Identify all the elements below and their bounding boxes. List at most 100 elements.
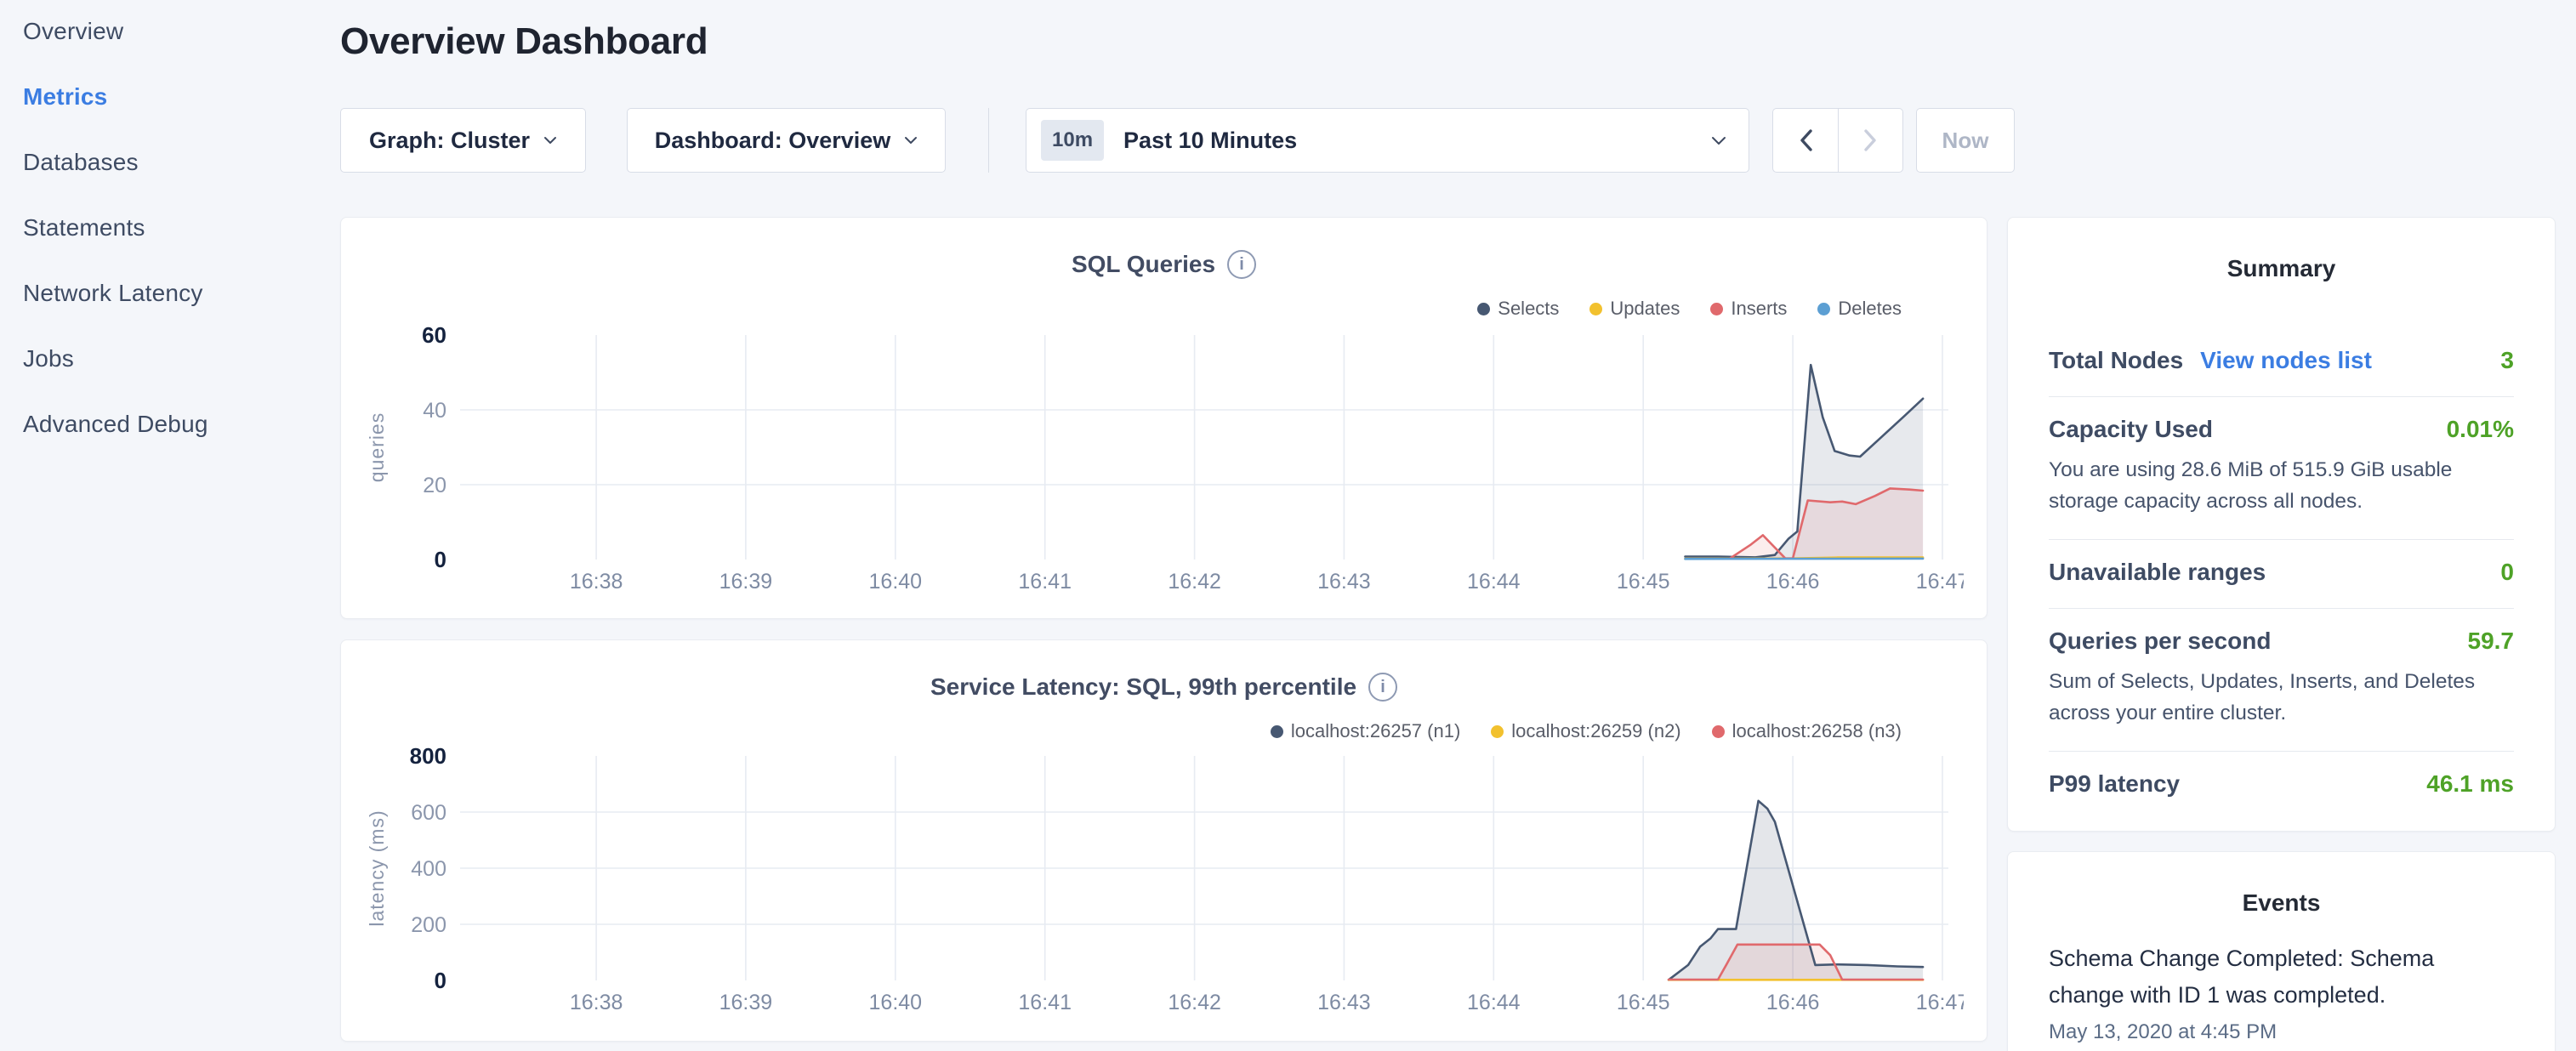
now-button[interactable]: Now	[1916, 108, 2015, 173]
sidebar-item-databases[interactable]: Databases	[23, 150, 340, 175]
legend-label: Inserts	[1731, 298, 1787, 320]
summary-row-p99-latency: P99 latency 46.1 ms	[2049, 752, 2514, 820]
sidebar-list: Overview Metrics Databases Statements Networ…	[0, 0, 340, 437]
service-latency-svg: 16:38 16:39 16:40 16:41 16:42 16:43 16:44 16:45…	[365, 745, 1964, 1027]
sidebar-nav: Overview Metrics Databases Statements Networ…	[0, 0, 340, 1051]
summary-row-value: 59.7	[2468, 628, 2515, 655]
graph-dropdown[interactable]: Graph: Cluster	[340, 108, 586, 173]
x-tick-label: 16:46	[1766, 991, 1820, 1014]
chart-title: SQL Queries	[1072, 251, 1215, 278]
summary-row-value: 0	[2500, 559, 2514, 586]
legend-label: localhost:26259 (n2)	[1511, 720, 1680, 742]
x-tick-label: 16:39	[719, 991, 773, 1014]
x-tick-label: 16:45	[1617, 991, 1670, 1014]
y-tick-label: 0	[435, 547, 446, 572]
x-tick-label: 16:45	[1617, 570, 1670, 594]
dashboard-dropdown[interactable]: Dashboard: Overview	[627, 108, 946, 173]
events-title: Events	[2008, 889, 2555, 917]
dashboard-dropdown-label: Dashboard: Overview	[655, 128, 891, 154]
x-tick-label: 16:39	[719, 570, 773, 594]
legend-item-inserts: Inserts	[1710, 298, 1787, 320]
summary-row-total-nodes: Total Nodes View nodes list 3	[2049, 328, 2514, 397]
chevron-left-icon	[1800, 129, 1812, 151]
summary-row-capacity-used: Capacity Used0.01%You are using 28.6 MiB…	[2049, 397, 2514, 540]
view-nodes-list-link[interactable]: View nodes list	[2200, 347, 2372, 374]
y-axis-title: latency (ms)	[366, 810, 388, 926]
events-panel: Events Schema Change Completed: Schema c…	[2007, 851, 2556, 1051]
x-tick-label: 16:42	[1168, 570, 1221, 594]
y-tick-label: 20	[423, 474, 446, 497]
event-item[interactable]: Schema Change Completed: Schema change w…	[2049, 940, 2465, 1044]
x-tick-label: 16:38	[570, 570, 623, 594]
legend-dot-icon	[1589, 303, 1602, 315]
x-tick-label: 16:43	[1317, 991, 1371, 1014]
x-tick-label: 16:47	[1916, 991, 1964, 1014]
time-back-button[interactable]	[1772, 108, 1838, 173]
legend-label: localhost:26258 (n3)	[1732, 720, 1902, 742]
x-tick-label: 16:41	[1018, 991, 1072, 1014]
sql-queries-svg: 16:3816:3916:4016:4116:4216:4316:4416:45…	[365, 324, 1964, 606]
legend-item-localhost-26259-n2: localhost:26259 (n2)	[1491, 720, 1680, 742]
x-tick-label: 16:41	[1018, 570, 1072, 594]
legend-dot-icon	[1712, 725, 1725, 738]
legend-dot-icon	[1271, 725, 1283, 738]
x-tick-label: 16:44	[1467, 991, 1521, 1014]
y-tick-label: 60	[422, 324, 446, 348]
summary-row-subtext: Sum of Selects, Updates, Inserts, and De…	[2049, 666, 2514, 729]
summary-row-label: P99 latency	[2049, 770, 2180, 798]
y-tick-label: 40	[423, 399, 446, 423]
x-tick-label: 16:38	[570, 991, 623, 1014]
summary-row-unavailable-ranges: Unavailable ranges 0	[2049, 540, 2514, 609]
sidebar-item-advanced-debug[interactable]: Advanced Debug	[23, 412, 340, 437]
summary-row-value: 46.1 ms	[2426, 770, 2514, 798]
event-text: Schema Change Completed: Schema change w…	[2049, 940, 2465, 1014]
x-tick-label: 16:44	[1467, 570, 1521, 594]
y-tick-label: 400	[411, 857, 446, 881]
summary-rows: Total Nodes View nodes list 3 Capacity Used…	[2049, 328, 2514, 820]
sidebar-item-metrics[interactable]: Metrics	[23, 84, 340, 110]
legend-item-selects: Selects	[1477, 298, 1559, 320]
event-timestamp: May 13, 2020 at 4:45 PM	[2049, 1020, 2465, 1044]
summary-row-subtext: You are using 28.6 MiB of 515.9 GiB usab…	[2049, 454, 2514, 517]
time-forward-button-disabled[interactable]	[1838, 108, 1903, 173]
legend-dot-icon	[1817, 303, 1830, 315]
sidebar-item-overview[interactable]: Overview	[23, 19, 340, 44]
y-axis-title: queries	[366, 412, 388, 482]
summary-row-value: 3	[2500, 347, 2514, 374]
x-tick-label: 16:40	[869, 991, 923, 1014]
info-icon[interactable]: i	[1227, 250, 1256, 279]
x-tick-label: 16:40	[869, 570, 923, 594]
chevron-down-icon	[904, 136, 918, 145]
summary-row-label: Queries per second	[2049, 628, 2271, 655]
service-latency-chart-plot[interactable]: 16:38 16:39 16:40 16:41 16:42 16:43 16:44 16:45…	[365, 745, 1964, 1027]
summary-row-label: Total Nodes	[2049, 347, 2183, 374]
summary-row-label: Unavailable ranges	[2049, 559, 2266, 586]
chart-legend: SelectsUpdatesInsertsDeletes	[1477, 298, 1902, 320]
time-range-selector[interactable]: 10m Past 10 Minutes	[1026, 108, 1749, 173]
y-grid-and-ticks: 0 20 40 60	[422, 324, 1948, 572]
sidebar-item-network-latency[interactable]: Network Latency	[23, 281, 340, 306]
toolbar: Graph: Cluster Dashboard: Overview 10m P…	[340, 108, 2016, 173]
sql-queries-chart-card: SQL Queries i SelectsUpdatesInsertsDelet…	[340, 217, 1987, 619]
time-step-buttons	[1772, 108, 1904, 173]
chevron-down-icon	[1711, 136, 1726, 145]
info-icon[interactable]: i	[1368, 673, 1397, 702]
x-tick-label: 16:47	[1916, 570, 1964, 594]
sidebar-item-statements[interactable]: Statements	[23, 215, 340, 241]
time-range-badge: 10m	[1041, 120, 1104, 161]
y-tick-label: 800	[410, 745, 446, 769]
summary-row-value: 0.01%	[2447, 416, 2514, 443]
x-tick-label: 16:42	[1168, 991, 1221, 1014]
summary-row-queries-per-second: Queries per second 59.7 Sum of Selects, Up…	[2049, 609, 2514, 752]
chevron-down-icon	[543, 136, 557, 145]
summary-panel: Summary Total NodesView nodes list3Capac…	[2007, 217, 2556, 832]
chart-title: Service Latency: SQL, 99th percentile	[930, 673, 1356, 701]
sidebar-item-jobs[interactable]: Jobs	[23, 346, 340, 372]
legend-dot-icon	[1491, 725, 1504, 738]
y-tick-label: 200	[411, 913, 446, 937]
sql-queries-chart-plot[interactable]: 16:3816:3916:4016:4116:4216:4316:4416:45…	[365, 324, 1964, 606]
legend-label: Selects	[1498, 298, 1559, 320]
page-title: Overview Dashboard	[340, 20, 708, 63]
graph-dropdown-label: Graph: Cluster	[369, 128, 530, 154]
y-tick-label: 600	[411, 801, 446, 825]
